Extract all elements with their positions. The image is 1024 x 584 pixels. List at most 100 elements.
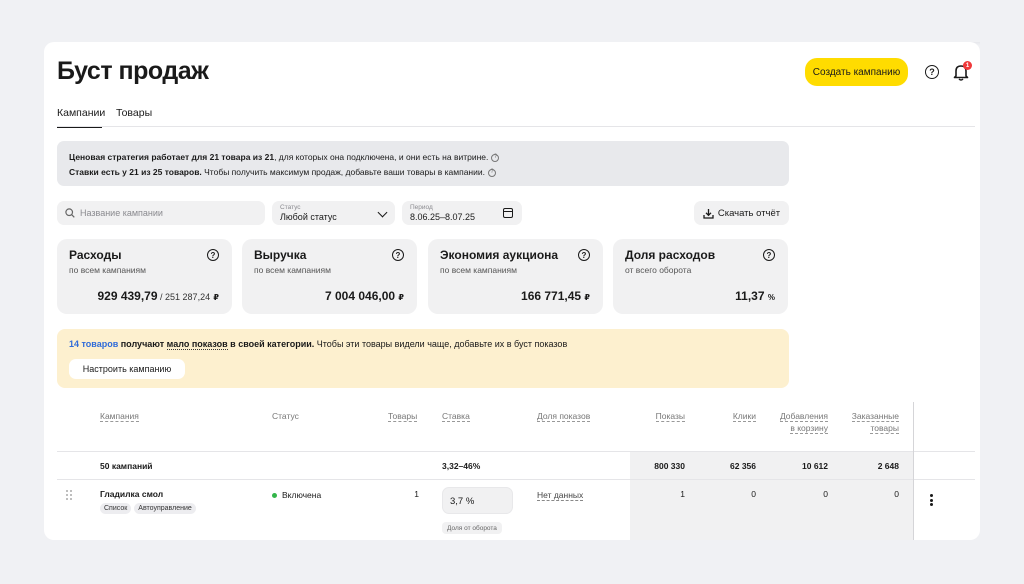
info-line-1-bold: Ценовая стратегия работает для 21 товара…	[69, 152, 275, 162]
th-ordered-line2: товары	[870, 423, 899, 434]
download-icon	[703, 208, 714, 219]
banner-goods-link[interactable]: 14 товаров	[69, 339, 118, 349]
th-views-label: Показы	[655, 411, 685, 422]
th-rate-label: Ставка	[442, 411, 470, 422]
th-clicks-label: Клики	[732, 411, 756, 422]
tab-campaigns[interactable]: Кампании	[57, 107, 105, 128]
info-line-2: Ставки есть у 21 из 25 товаров. Чтобы по…	[69, 165, 777, 180]
tab-bar: Кампании Товары	[57, 105, 975, 128]
metric-value-main: 166 771,45	[521, 289, 582, 303]
notification-badge: 1	[963, 61, 972, 70]
banner-low-impressions[interactable]: мало показов	[166, 339, 228, 350]
period-select-label: Период	[410, 204, 433, 211]
summary-clicks: 62 356	[730, 461, 756, 471]
banner-text: 14 товаров получают мало показов в своей…	[69, 339, 777, 350]
tag: Список	[100, 503, 132, 514]
metric-subtitle: от всего оборота	[625, 265, 692, 275]
help-icon[interactable]: ?	[925, 65, 939, 79]
th-cart-adds[interactable]: Добавления в корзину	[779, 410, 828, 434]
row-clicks: 0	[751, 489, 756, 499]
metric-subtitle: по всем кампаниям	[440, 265, 517, 275]
metric-value: 929 439,79 / 251 287,24 ₽	[97, 289, 219, 303]
th-goods[interactable]: Товары	[388, 410, 418, 422]
metric-value-sub: / 251 287,24	[157, 292, 211, 302]
campaign-tags: Список Автоуправление	[100, 502, 199, 514]
help-icon[interactable]: ?	[578, 249, 590, 261]
metric-subtitle: по всем кампаниям	[69, 265, 146, 275]
impression-share-value: Нет данных	[537, 490, 584, 501]
info-line-2-bold: Ставки есть у 21 из 25 товаров.	[69, 167, 202, 177]
metric-title: Доля расходов	[625, 248, 716, 262]
status-dot-icon	[272, 493, 277, 499]
period-select-value: 8.06.25–8.07.25	[410, 212, 476, 222]
drag-handle-icon[interactable]	[66, 490, 74, 500]
rate-input[interactable]: 3,7 %	[442, 487, 513, 514]
metric-title: Расходы	[69, 248, 122, 262]
help-icon[interactable]: ?	[392, 249, 404, 261]
search-input[interactable]	[80, 208, 250, 218]
metric-value: 7 004 046,00 ₽	[325, 289, 404, 303]
help-icon[interactable]: ?	[207, 249, 219, 261]
metric-card-revenue: Выручка по всем кампаниям ? 7 004 046,00…	[242, 239, 417, 314]
th-cart-adds-line2: в корзину	[790, 423, 828, 434]
metric-currency: %	[767, 293, 775, 302]
metric-title: Экономия аукциона	[440, 248, 559, 262]
campaigns-table: Кампания Статус Товары Ставка Доля показ…	[57, 402, 975, 540]
strategy-info-box: Ценовая стратегия работает для 21 товара…	[57, 141, 789, 186]
th-impression-share[interactable]: Доля показов	[537, 410, 591, 422]
tab-goods[interactable]: Товары	[116, 107, 152, 119]
info-line-2-text: Чтобы получить максимум продаж, добавьте…	[201, 167, 485, 177]
table-summary-row: 50 кампаний 3,32–46% 800 330 62 356 10 6…	[57, 452, 975, 480]
metric-currency: ₽	[584, 293, 590, 302]
table-header: Кампания Статус Товары Ставка Доля показ…	[57, 402, 975, 452]
more-options-icon[interactable]	[930, 494, 933, 506]
banner-text-2: в своей категории.	[227, 339, 315, 349]
status-select-value: Любой статус	[280, 212, 337, 222]
create-campaign-button[interactable]: Создать кампанию	[805, 58, 908, 86]
help-icon[interactable]: ?	[763, 249, 775, 261]
info-line-1: Ценовая стратегия работает для 21 товара…	[69, 150, 777, 165]
status-select[interactable]: Статус Любой статус	[272, 201, 395, 225]
table-row[interactable]: Гладилка смол Список Автоуправление Включ…	[57, 480, 975, 540]
metric-value-main: 7 004 046,00	[325, 289, 396, 303]
metric-card-auction-savings: Экономия аукциона по всем кампаниям ? 16…	[428, 239, 603, 314]
status-select-label: Статус	[280, 204, 301, 211]
impression-share: Нет данных	[537, 490, 584, 501]
metric-value: 166 771,45 ₽	[521, 289, 590, 303]
th-ordered-line1: Заказанные	[851, 411, 899, 422]
summary-cart-adds: 10 612	[802, 461, 828, 471]
summary-views: 800 330	[654, 461, 685, 471]
info-line-1-text: , для которых она подключена, и они есть…	[274, 152, 489, 162]
metric-title: Выручка	[254, 248, 307, 262]
campaign-status: Включена	[272, 490, 321, 500]
campaign-goods: 1	[414, 489, 419, 499]
campaign-search[interactable]	[57, 201, 265, 225]
row-ordered: 0	[894, 489, 899, 499]
th-clicks[interactable]: Клики	[732, 410, 756, 422]
main-card: Буст продаж Создать кампанию ? 1 Кампани…	[44, 42, 980, 540]
summary-campaigns: 50 кампаний	[100, 461, 153, 471]
search-icon	[65, 208, 75, 218]
configure-campaign-button[interactable]: Настроить кампанию	[69, 359, 185, 379]
help-icon[interactable]: ?	[491, 153, 500, 162]
page-title: Буст продаж	[57, 57, 209, 85]
tag: Автоуправление	[134, 503, 196, 514]
campaign-name[interactable]: Гладилка смол	[100, 489, 163, 499]
metric-subtitle: по всем кампаниям	[254, 265, 331, 275]
rate-hint: Доля от оборота	[442, 522, 502, 534]
period-select[interactable]: Период 8.06.25–8.07.25	[402, 201, 522, 225]
summary-rate: 3,32–46%	[442, 461, 481, 471]
th-goods-label: Товары	[388, 411, 418, 422]
th-campaign[interactable]: Кампания	[100, 410, 139, 422]
metric-currency: ₽	[398, 293, 404, 302]
th-status: Статус	[272, 411, 299, 421]
banner-text-3: Чтобы эти товары видели чаще, добавьте и…	[314, 339, 568, 349]
metric-card-expenses: Расходы по всем кампаниям ? 929 439,79 /…	[57, 239, 232, 314]
th-ordered-goods[interactable]: Заказанные товары	[851, 410, 899, 434]
th-rate[interactable]: Ставка	[442, 410, 470, 422]
download-report-label: Скачать отчёт	[717, 207, 781, 219]
th-views[interactable]: Показы	[655, 410, 685, 422]
low-impressions-banner: 14 товаров получают мало показов в своей…	[57, 329, 789, 388]
download-report-button[interactable]: Скачать отчёт	[694, 201, 789, 225]
help-icon[interactable]: ?	[487, 168, 496, 177]
